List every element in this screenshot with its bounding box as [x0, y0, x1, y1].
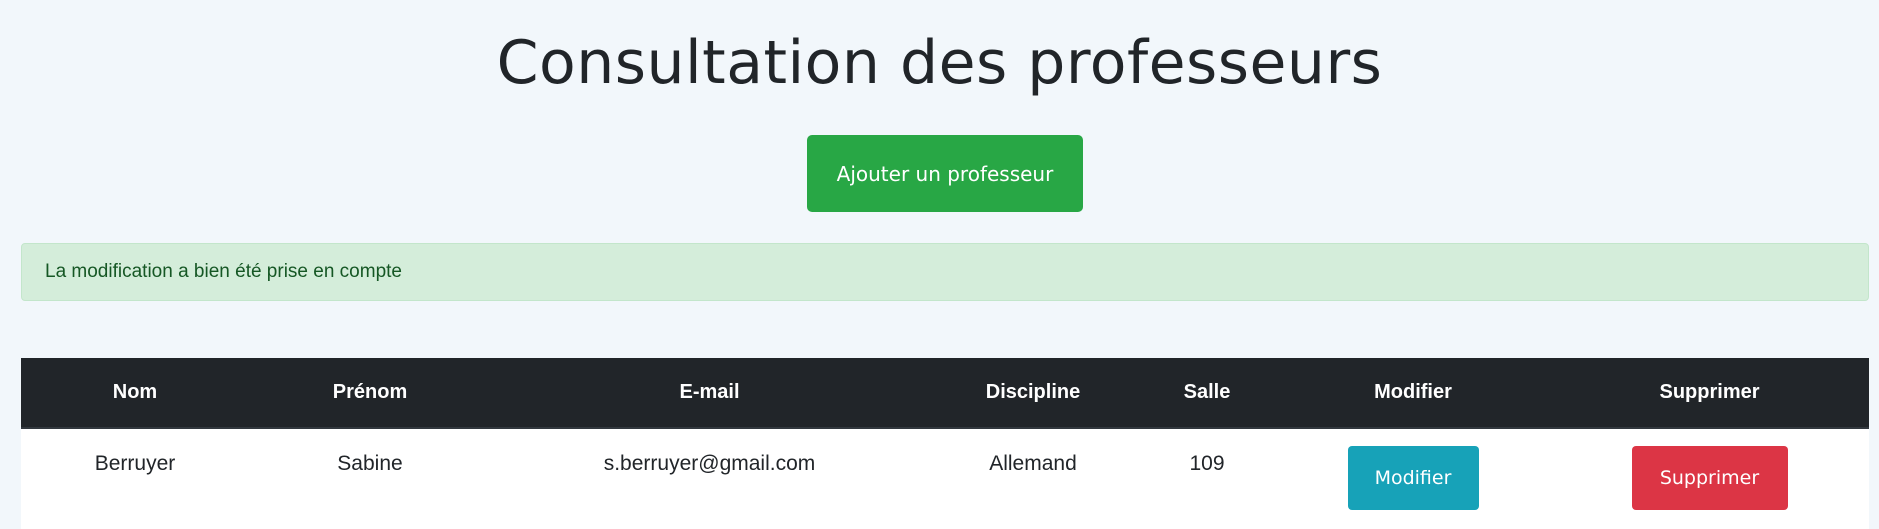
- delete-button[interactable]: Supprimer: [1631, 446, 1788, 510]
- column-header-salle: Salle: [1138, 358, 1276, 429]
- cell-email: s.berruyer@gmail.com: [603, 452, 816, 475]
- table-body: Berruyer Sabine s.berruyer@gmail.com All…: [21, 428, 1869, 529]
- table-row: Berruyer Sabine s.berruyer@gmail.com All…: [21, 428, 1869, 529]
- cell-salle: 109: [1189, 452, 1225, 475]
- table-header-row: Nom Prénom E-mail Discipline Salle Modif…: [21, 358, 1869, 429]
- column-header-nom: Nom: [21, 358, 249, 429]
- page: Consultation des professeurs Ajouter un …: [0, 0, 1879, 529]
- professors-table-container: Nom Prénom E-mail Discipline Salle Modif…: [21, 358, 1869, 529]
- cell-nom: Berruyer: [94, 452, 176, 475]
- table-header: Nom Prénom E-mail Discipline Salle Modif…: [21, 358, 1869, 429]
- alert-message: La modification a bien été prise en comp…: [45, 261, 402, 282]
- column-header-modifier: Modifier: [1276, 358, 1550, 429]
- cell-modifier: Modifier: [1276, 428, 1550, 529]
- cell-prenom: Sabine: [337, 452, 403, 475]
- column-header-supprimer: Supprimer: [1550, 358, 1869, 429]
- professors-table: Nom Prénom E-mail Discipline Salle Modif…: [21, 358, 1869, 529]
- add-professor-button[interactable]: Ajouter un professeur: [807, 135, 1083, 212]
- column-header-email: E-mail: [491, 358, 928, 429]
- cell-discipline: Allemand: [989, 452, 1077, 475]
- success-alert: La modification a bien été prise en comp…: [21, 243, 1869, 301]
- column-header-prenom: Prénom: [249, 358, 491, 429]
- column-header-discipline: Discipline: [928, 358, 1138, 429]
- edit-button[interactable]: Modifier: [1347, 446, 1479, 510]
- page-title: Consultation des professeurs: [496, 28, 1383, 98]
- cell-supprimer: Supprimer: [1550, 428, 1869, 529]
